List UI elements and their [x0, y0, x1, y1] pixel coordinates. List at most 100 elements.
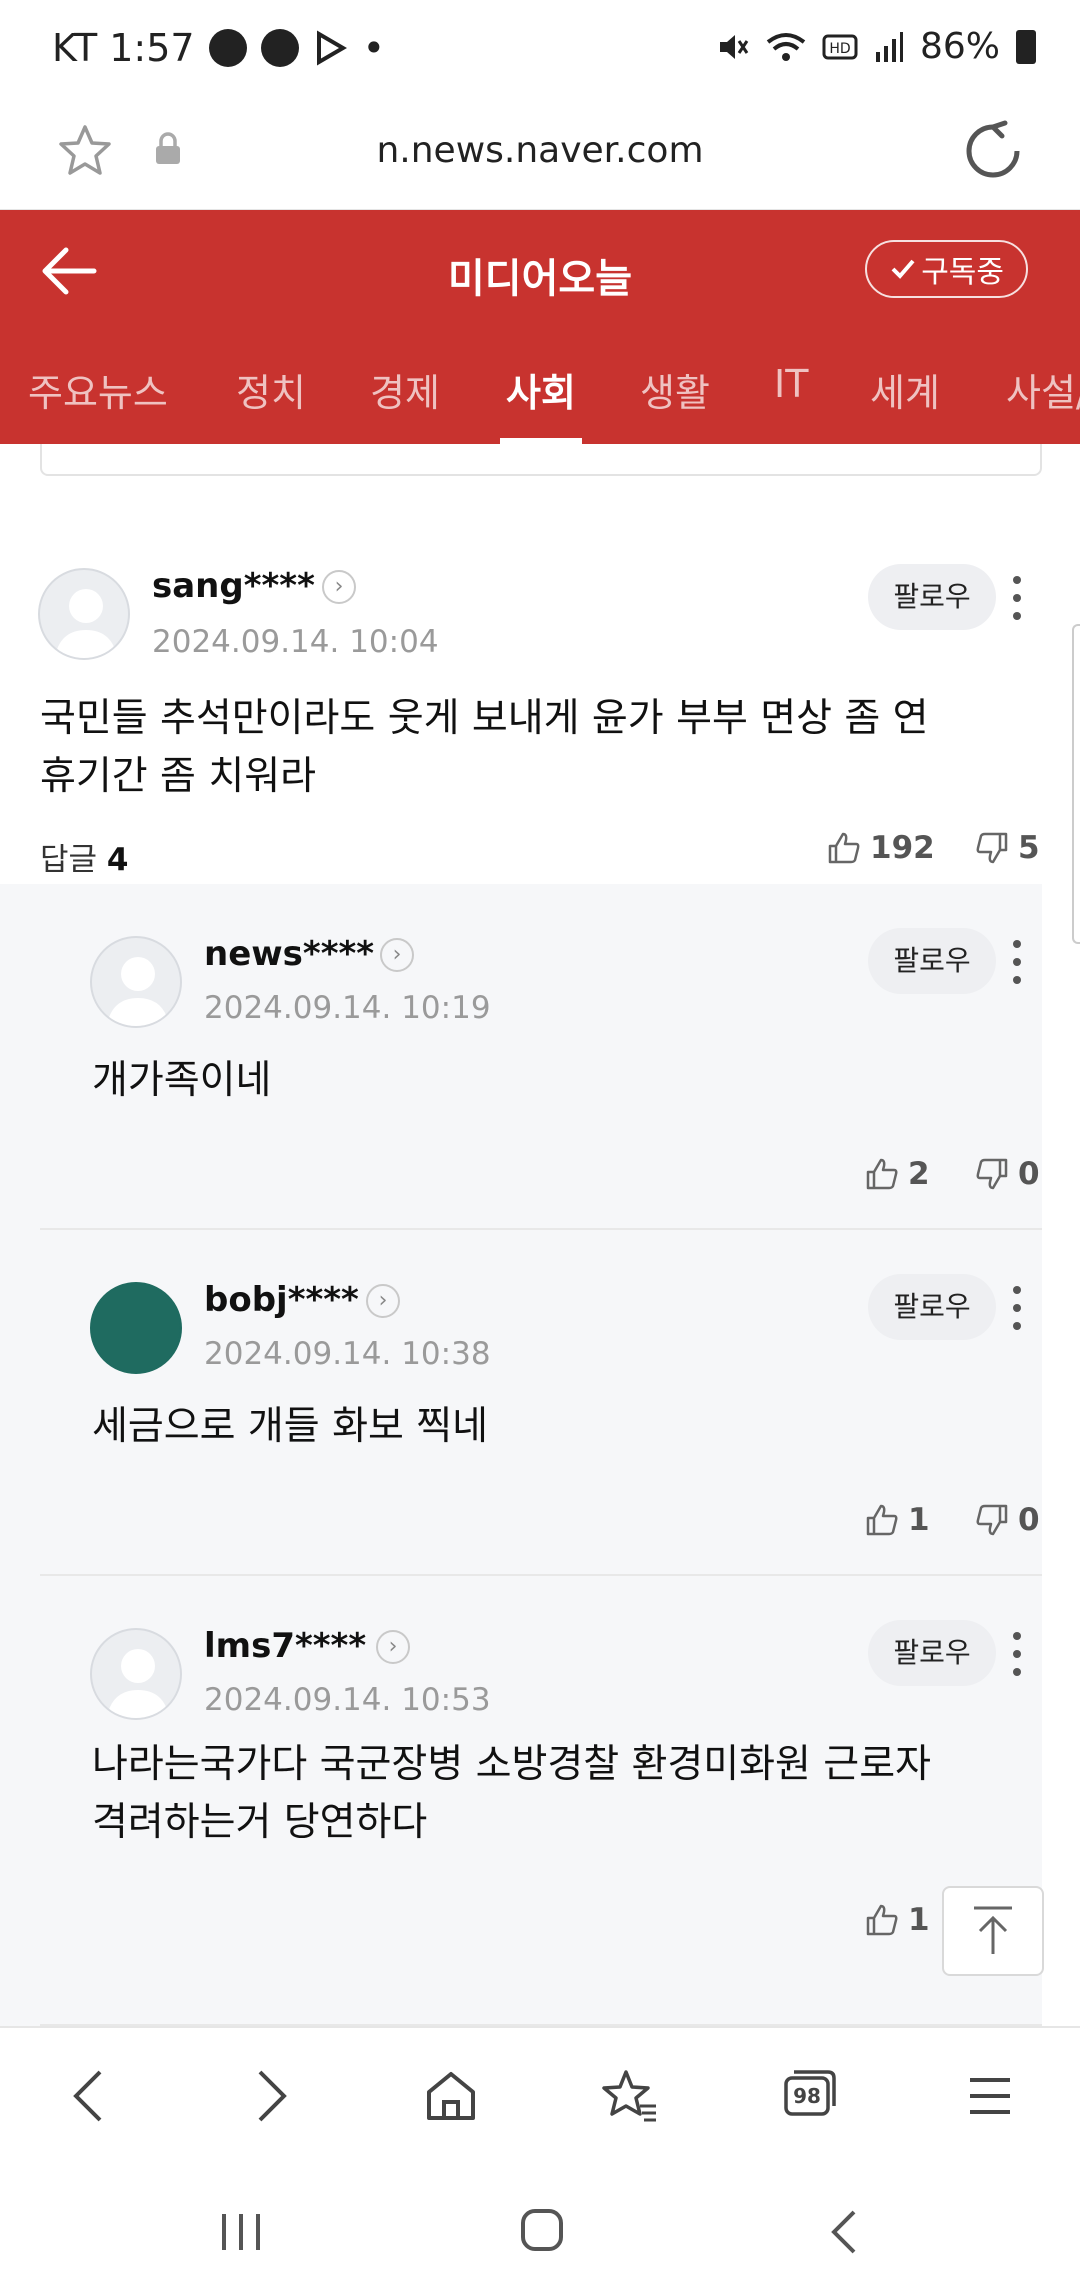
comment-username[interactable]: sang**** [152, 566, 315, 606]
reply-item: bobj**** › 2024.09.14. 10:38 팔로우 세금으로 개들… [0, 1230, 1042, 1576]
reply-username[interactable]: news**** [204, 934, 374, 974]
like-count: 1 [908, 1902, 930, 1938]
like-button[interactable]: 192 [826, 830, 935, 866]
tabs-count: 98 [793, 2084, 821, 2108]
avatar[interactable] [90, 936, 182, 1028]
url-text[interactable]: n.news.naver.com [0, 130, 1080, 171]
reply-date: 2024.09.14. 10:38 [204, 1336, 491, 1372]
tab-politics[interactable]: 정치 [236, 362, 306, 417]
comment-date: 2024.09.14. 10:04 [152, 624, 439, 660]
home-icon[interactable] [424, 2066, 478, 2126]
category-tabs: 주요뉴스 정치 경제 사회 생활 IT 세계 사설/ [0, 332, 1080, 444]
tabs-button[interactable]: 98 [780, 2064, 840, 2124]
dislike-count: 5 [1018, 830, 1040, 866]
reply-username[interactable]: lms7**** [204, 1626, 366, 1666]
tab-living[interactable]: 생활 [640, 362, 710, 417]
scrollbar[interactable] [1072, 624, 1080, 944]
dislike-button[interactable]: 0 [974, 1156, 1040, 1192]
notification-dot: • [362, 26, 386, 70]
reply-date: 2024.09.14. 10:19 [204, 990, 491, 1026]
dislike-button[interactable]: 0 [974, 1502, 1040, 1538]
arrow-up-icon [974, 1906, 1012, 1954]
default-avatar-icon [106, 957, 170, 1026]
reply-text: 나라는국가다 국군장병 소방경찰 환경미화원 근로자 격려하는거 당연하다 [92, 1736, 931, 1852]
press-header: 미디어오늘 구독중 [0, 210, 1080, 332]
battery-percent: 86% [919, 26, 1000, 67]
back-icon[interactable] [66, 2066, 110, 2126]
comment-text-line: 휴기간 좀 치워라 [40, 754, 316, 799]
tab-editorial[interactable]: 사설/ [1006, 362, 1080, 417]
like-count: 1 [908, 1502, 930, 1538]
follow-button[interactable]: 팔로우 [868, 1620, 996, 1686]
bookmarks-icon[interactable] [600, 2066, 660, 2126]
dislike-count: 0 [1018, 1156, 1040, 1192]
play-store-icon [316, 30, 347, 66]
follow-button[interactable]: 팔로우 [868, 564, 996, 630]
subscribe-button[interactable]: 구독중 [865, 240, 1028, 298]
recent-apps-icon[interactable] [216, 2210, 266, 2254]
more-options-icon[interactable] [996, 570, 1036, 630]
default-avatar-icon [54, 589, 118, 658]
thumbs-down-icon [976, 1504, 1008, 1536]
profile-arrow-icon[interactable]: › [366, 1284, 400, 1318]
thumbs-down-icon [976, 1158, 1008, 1190]
thumbs-up-icon [866, 1504, 898, 1536]
profile-arrow-icon[interactable]: › [376, 1630, 410, 1664]
tab-world[interactable]: 세계 [870, 362, 940, 417]
url-bar: n.news.naver.com [0, 100, 1080, 210]
profile-arrow-icon[interactable]: › [380, 938, 414, 972]
mute-icon [719, 34, 749, 59]
reply-text: 세금으로 개들 화보 찍네 [92, 1404, 488, 1449]
thumbs-down-icon [976, 832, 1008, 864]
follow-button[interactable]: 팔로우 [868, 1274, 996, 1340]
reply-item: news**** › 2024.09.14. 10:19 팔로우 개가족이네 2… [0, 884, 1042, 1230]
tab-it[interactable]: IT [774, 362, 808, 406]
avatar[interactable] [90, 1282, 182, 1374]
subscribe-label: 구독중 [921, 255, 1004, 290]
tab-main-news[interactable]: 주요뉴스 [28, 362, 168, 417]
like-button[interactable]: 1 [864, 1902, 930, 1938]
default-avatar-icon [106, 1649, 170, 1718]
system-back-icon[interactable] [826, 2208, 862, 2256]
replies-label: 답글 [40, 842, 98, 878]
like-button[interactable]: 2 [864, 1156, 930, 1192]
svg-text:HD: HD [829, 41, 850, 57]
dislike-button[interactable]: 5 [974, 830, 1040, 866]
like-count: 192 [870, 830, 935, 866]
browser-bottom-bar: 98 [0, 2026, 1080, 2176]
hd-icon: HD [822, 34, 858, 59]
check-icon [891, 259, 915, 279]
battery-icon [1016, 29, 1036, 64]
tab-society[interactable]: 사회 [506, 362, 576, 417]
comment-item: sang**** › 2024.09.14. 10:04 팔로우 국민들 추석만… [0, 484, 1042, 884]
avatar[interactable] [90, 1628, 182, 1720]
avatar[interactable] [38, 568, 130, 660]
more-options-icon[interactable] [996, 934, 1036, 994]
reply-date: 2024.09.14. 10:53 [204, 1682, 491, 1718]
like-count: 2 [908, 1156, 930, 1192]
reply-text-line: 나라는국가다 국군장병 소방경찰 환경미화원 근로자 [92, 1742, 931, 1787]
more-options-icon[interactable] [996, 1280, 1036, 1340]
reply-text-line: 격려하는거 당연하다 [92, 1800, 428, 1845]
carrier-time: KT 1:57 [52, 26, 195, 70]
comment-text: 국민들 추석만이라도 웃게 보내게 윤가 부부 면상 좀 연 휴기간 좀 치워라 [40, 690, 929, 806]
menu-icon[interactable] [966, 2066, 1014, 2126]
profile-arrow-icon[interactable]: › [322, 570, 356, 604]
status-bar: KT 1:57 • HD 86% [0, 0, 1080, 100]
replies-toggle[interactable]: 답글 4 [40, 834, 128, 879]
system-navigation-bar [0, 2176, 1080, 2280]
reply-username[interactable]: bobj**** [204, 1280, 359, 1320]
scroll-to-top-button[interactable] [942, 1886, 1044, 1976]
tab-economy[interactable]: 경제 [370, 362, 440, 417]
reload-icon[interactable] [962, 120, 1024, 182]
wifi-icon [766, 32, 806, 61]
forward-icon[interactable] [250, 2066, 294, 2126]
thumbs-up-icon [828, 832, 860, 864]
thumbs-up-icon [866, 1904, 898, 1936]
follow-button[interactable]: 팔로우 [868, 928, 996, 994]
reply-item: lms7**** › 2024.09.14. 10:53 팔로우 나라는국가다 … [0, 1576, 1042, 2026]
like-button[interactable]: 1 [864, 1502, 930, 1538]
replies-count: 4 [106, 842, 129, 878]
home-button-icon[interactable] [518, 2206, 566, 2254]
more-options-icon[interactable] [996, 1626, 1036, 1686]
